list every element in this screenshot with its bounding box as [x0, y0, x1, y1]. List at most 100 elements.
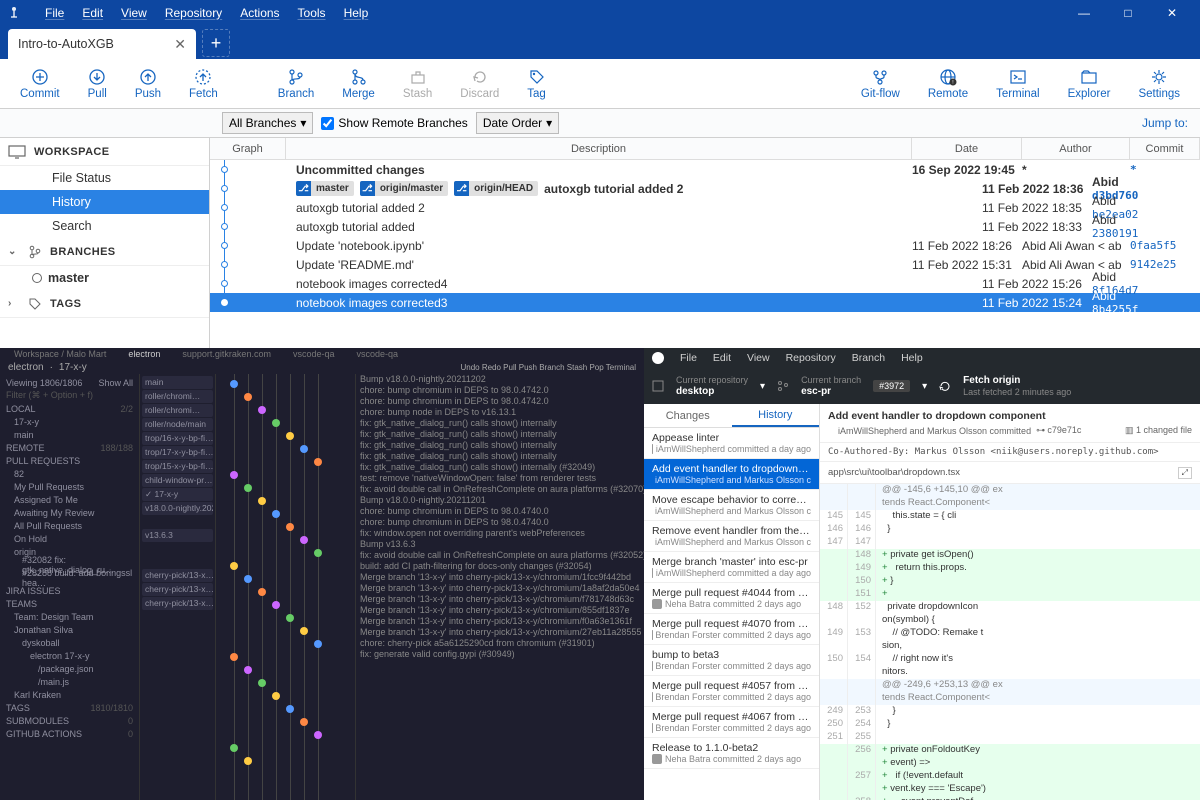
- history-row[interactable]: notebook images corrected311 Feb 2022 15…: [210, 293, 1200, 312]
- kraken-side-item[interactable]: Assigned To Me: [4, 493, 135, 506]
- kraken-branch-pill[interactable]: ✓ 17-x-y: [142, 488, 213, 501]
- pull-button[interactable]: Pull: [74, 60, 121, 108]
- kraken-commit-row[interactable]: test: remove 'nativeWindowOpen: false' f…: [356, 473, 644, 484]
- kraken-side-item[interactable]: 82: [4, 467, 135, 480]
- kraken-commit-row[interactable]: fix: avoid double call in OnRefreshCompl…: [356, 484, 644, 495]
- explorer-button[interactable]: Explorer: [1054, 60, 1125, 108]
- kraken-commit-row[interactable]: Merge branch '13-x-y' into cherry-pick/1…: [356, 594, 644, 605]
- kraken-side-item[interactable]: TAGS1810/1810: [4, 701, 135, 714]
- jump-to-link[interactable]: Jump to:: [1142, 116, 1196, 130]
- kraken-side-item[interactable]: main: [4, 428, 135, 441]
- kraken-side-item[interactable]: On Hold: [4, 532, 135, 545]
- ghd-tab-history[interactable]: History: [732, 404, 820, 427]
- kraken-commit-row[interactable]: Merge branch '13-x-y' into cherry-pick/1…: [356, 605, 644, 616]
- ghd-menu[interactable]: Repository: [786, 352, 836, 364]
- branch-filter-dropdown[interactable]: All Branches ▾: [222, 112, 313, 134]
- kraken-commit-row[interactable]: fix: gtk_native_dialog_run() calls show(…: [356, 462, 644, 473]
- ghd-commit-item[interactable]: Merge pull request #4070 from desktop/… …: [644, 614, 819, 645]
- history-row[interactable]: Update 'README.md'11 Feb 2022 15:31Abid …: [210, 255, 1200, 274]
- ghd-commit-item[interactable]: Add event handler to dropdown compon… iA…: [644, 459, 819, 490]
- kraken-tab[interactable]: support.gitkraken.com: [176, 349, 277, 359]
- kraken-side-item[interactable]: dyskoball: [4, 636, 135, 649]
- kraken-tab[interactable]: Workspace / Malo Mart: [8, 349, 112, 359]
- kraken-side-item[interactable]: 17-x-y: [4, 415, 135, 428]
- kraken-branch-pill[interactable]: roller/node/main: [142, 418, 213, 431]
- ghd-commit-item[interactable]: Appease linter iAmWillShepherd committed…: [644, 428, 819, 459]
- kraken-side-item[interactable]: Karl Kraken: [4, 688, 135, 701]
- kraken-commit-row[interactable]: fix: gtk_native_dialog_run() calls show(…: [356, 451, 644, 462]
- kraken-commit-row[interactable]: build: add CI path-filtering for docs-on…: [356, 561, 644, 572]
- history-row[interactable]: notebook images corrected411 Feb 2022 15…: [210, 274, 1200, 293]
- show-remote-checkbox[interactable]: Show Remote Branches: [321, 116, 467, 130]
- sidebar-tags-header[interactable]: › TAGS: [0, 290, 209, 318]
- ghd-menu[interactable]: Help: [901, 352, 923, 364]
- close-button[interactable]: ✕: [1150, 0, 1194, 25]
- kraken-side-item[interactable]: TEAMS: [4, 597, 135, 610]
- discard-button[interactable]: Discard: [446, 60, 513, 108]
- close-tab-icon[interactable]: ✕: [174, 36, 186, 53]
- ghd-menu[interactable]: Branch: [852, 352, 885, 364]
- kraken-branch-pill[interactable]: child-window-pr…: [142, 474, 213, 487]
- history-row[interactable]: Uncommitted changes16 Sep 2022 19:45**: [210, 160, 1200, 179]
- minimize-button[interactable]: —: [1062, 0, 1106, 25]
- fetch-button[interactable]: Fetch: [175, 60, 232, 108]
- kraken-filter[interactable]: Filter (⌘ + Option + f): [4, 389, 135, 402]
- kraken-side-item[interactable]: PULL REQUESTS: [4, 454, 135, 467]
- kraken-side-item[interactable]: electron 17-x-y: [4, 649, 135, 662]
- menu-help[interactable]: Help: [335, 6, 378, 20]
- kraken-commit-row[interactable]: Bump v18.0.0-nightly.20211201: [356, 495, 644, 506]
- kraken-tab[interactable]: vscode-qa: [350, 349, 404, 359]
- tab-repo[interactable]: Intro-to-AutoXGB ✕: [8, 29, 196, 59]
- kraken-branch-pill[interactable]: trop/17-x-y-bp-fi…: [142, 446, 213, 459]
- kraken-side-item[interactable]: #28288 build: add boringssl hea…: [4, 571, 135, 584]
- menu-view[interactable]: View: [112, 6, 156, 20]
- kraken-branch-pill[interactable]: cherry-pick/13-x…: [142, 583, 213, 596]
- col-graph[interactable]: Graph: [210, 138, 286, 159]
- kraken-commit-row[interactable]: Merge branch '13-x-y' into cherry-pick/1…: [356, 583, 644, 594]
- kraken-commit-row[interactable]: fix: gtk_native_dialog_run() calls show(…: [356, 440, 644, 451]
- kraken-commit-row[interactable]: chore: bump chromium in DEPS to 98.0.474…: [356, 396, 644, 407]
- merge-button[interactable]: Merge: [328, 60, 389, 108]
- kraken-commit-row[interactable]: chore: bump chromium in DEPS to 98.0.474…: [356, 385, 644, 396]
- ghd-repo-dropdown[interactable]: Current repositorydesktop: [676, 375, 748, 397]
- new-tab-button[interactable]: +: [202, 29, 230, 57]
- history-row[interactable]: autoxgb tutorial added11 Feb 2022 18:33A…: [210, 217, 1200, 236]
- kraken-side-item[interactable]: REMOTE188/188: [4, 441, 135, 454]
- kraken-commit-row[interactable]: fix: generate valid config.gypi (#30949): [356, 649, 644, 660]
- order-dropdown[interactable]: Date Order ▾: [476, 112, 559, 134]
- kraken-branch-pill[interactable]: trop/15-x-y-bp-fi…: [142, 460, 213, 473]
- kraken-tab[interactable]: vscode-qa: [287, 349, 341, 359]
- kraken-commit-row[interactable]: fix: gtk_native_dialog_run() calls show(…: [356, 418, 644, 429]
- col-date[interactable]: Date: [912, 138, 1022, 159]
- col-author[interactable]: Author: [1022, 138, 1130, 159]
- kraken-commit-row[interactable]: chore: bump chromium in DEPS to 98.0.474…: [356, 506, 644, 517]
- sha-badge[interactable]: ⊶ c79e71c: [1036, 425, 1081, 436]
- kraken-tab-active[interactable]: electron: [122, 349, 166, 359]
- menu-tools[interactable]: Tools: [289, 6, 335, 20]
- remote-button[interactable]: !Remote: [914, 60, 982, 108]
- ghd-fetch-button[interactable]: Fetch originLast fetched 2 minutes ago: [963, 375, 1071, 397]
- sidebar-search[interactable]: Search: [0, 214, 209, 238]
- maximize-button[interactable]: □: [1106, 0, 1150, 25]
- ghd-commit-item[interactable]: Merge pull request #4057 from desktop/… …: [644, 676, 819, 707]
- terminal-button[interactable]: Terminal: [982, 60, 1053, 108]
- sidebar-history[interactable]: History: [0, 190, 209, 214]
- tag-button[interactable]: Tag: [513, 60, 560, 108]
- menu-actions[interactable]: Actions: [231, 6, 288, 20]
- col-description[interactable]: Description: [286, 138, 912, 159]
- kraken-commit-row[interactable]: Bump v13.6.3: [356, 539, 644, 550]
- kraken-commit-row[interactable]: chore: bump chromium in DEPS to 98.0.474…: [356, 517, 644, 528]
- kraken-commit-row[interactable]: Merge branch '13-x-y' into cherry-pick/1…: [356, 572, 644, 583]
- kraken-branch-pill[interactable]: trop/16-x-y-bp-fi…: [142, 432, 213, 445]
- commit-button[interactable]: Commit: [6, 60, 74, 108]
- ghd-branch-dropdown[interactable]: Current branchesc-pr: [801, 375, 861, 397]
- ghd-commit-item[interactable]: Merge branch 'master' into esc-pr iAmWil…: [644, 552, 819, 583]
- ghd-commit-item[interactable]: bump to beta3 Brendan Forster committed …: [644, 645, 819, 676]
- changed-files[interactable]: ▥ 1 changed file: [1125, 425, 1192, 436]
- kraken-branch-pill[interactable]: cherry-pick/13-x…: [142, 597, 213, 610]
- ghd-pr-badge[interactable]: #3972: [873, 380, 910, 392]
- history-row[interactable]: autoxgb tutorial added 211 Feb 2022 18:3…: [210, 198, 1200, 217]
- col-commit[interactable]: Commit: [1130, 138, 1200, 159]
- kraken-commit-row[interactable]: chore: cherry-pick a5a6125290cd from chr…: [356, 638, 644, 649]
- kraken-commit-row[interactable]: chore: bump node in DEPS to v16.13.1: [356, 407, 644, 418]
